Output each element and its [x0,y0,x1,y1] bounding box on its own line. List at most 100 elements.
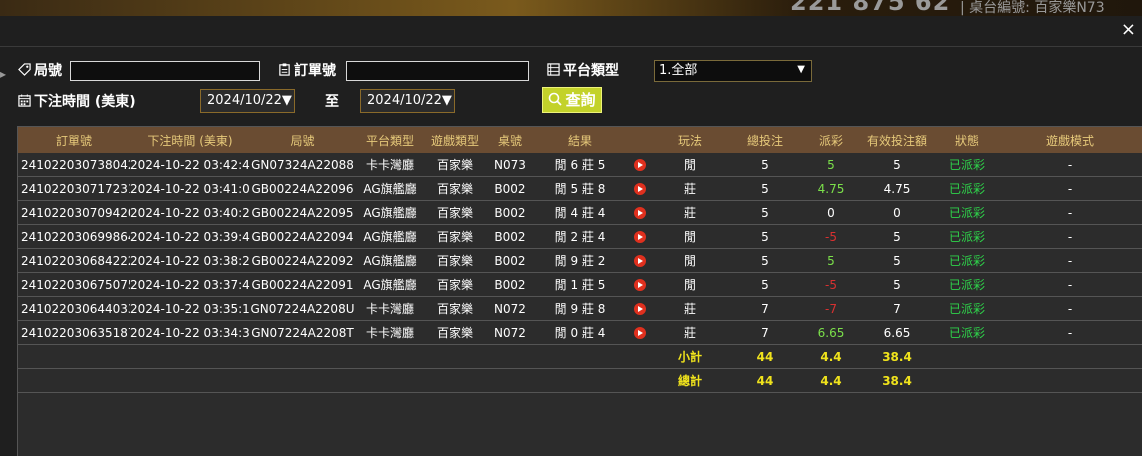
bet-type-cell: 莊 [655,320,725,345]
list-icon [547,63,560,76]
game-type-cell: 百家樂 [425,296,485,321]
total-row: 總計 44 4.4 38.4 [18,368,1142,393]
total-row-label: 總計 [655,368,725,393]
platform-select[interactable]: 1.全部 ▼ [654,60,812,82]
payout-cell: 5 [805,153,857,177]
valid-bet-cell: 5 [857,248,937,273]
column-header: 派彩 [805,127,857,153]
date-from-picker[interactable]: 2024/10/22▼ [200,89,295,113]
table-id-cell: B002 [485,248,535,273]
table-id-cell: B002 [485,272,535,297]
empty-cell [425,368,485,393]
empty-cell [535,368,625,393]
column-header: 訂單號 [18,127,130,153]
play-video-icon[interactable] [634,254,646,267]
replay-cell [625,200,655,225]
empty-cell [355,344,425,369]
column-header: 狀態 [937,127,997,153]
replay-cell [625,272,655,297]
empty-cell [625,344,655,369]
empty-cell [425,344,485,369]
table-header-row: 訂單號 下注時間 (美東) 局號 平台類型 遊戲類型 桌號 結果 玩法 總投注 派彩 有效投注額 狀態… [18,127,1142,153]
valid-bet-cell: 4.75 [857,176,937,201]
valid-bet-cell: 5 [857,272,937,297]
calendar-icon [18,94,31,107]
game-type-cell: 百家樂 [425,153,485,177]
play-video-icon[interactable] [634,278,646,291]
column-header: 桌號 [485,127,535,153]
payout-cell: 4.75 [805,176,857,201]
play-video-icon[interactable] [634,230,646,243]
round-label-group: 局號 [18,60,62,80]
platform-cell: AG旗艦廳 [355,248,425,273]
modal-divider [0,46,1142,47]
round-label: 局號 [34,63,62,79]
subtotal-row-valid: 38.4 [857,344,937,369]
replay-cell [625,176,655,201]
payout-cell: 5 [805,248,857,273]
bet-type-cell: 閒 [655,272,725,297]
subtotal-row: 小計 44 4.4 38.4 [18,344,1142,369]
bet-record-table: 訂單號 下注時間 (美東) 局號 平台類型 遊戲類型 桌號 結果 玩法 總投注 派彩 有效投注額 狀態… [18,127,1142,393]
play-video-icon[interactable] [634,302,646,315]
to-label: 至 [325,94,339,110]
game-mode-cell: - [997,320,1142,345]
game-type-cell: 百家樂 [425,320,485,345]
close-icon[interactable]: × [1121,18,1136,42]
empty-cell [997,368,1142,393]
result-cell: 閒 6 莊 5 [535,153,625,177]
round-input[interactable] [70,61,260,81]
status-badge: 已派彩 [937,320,997,345]
empty-cell [937,368,997,393]
result-cell: 閒 9 莊 8 [535,296,625,321]
status-badge: 已派彩 [937,248,997,273]
round-id-cell: GN07224A2208U [250,296,355,321]
status-badge: 已派彩 [937,200,997,225]
order-id-cell: 241022030717231 [18,176,130,201]
bet-type-cell: 閒 [655,153,725,177]
round-id-cell: GB00224A22095 [250,200,355,225]
bet-type-cell: 莊 [655,176,725,201]
play-video-icon[interactable] [634,326,646,339]
background-jackpot-text: 221 875 62 [790,0,951,16]
empty-cell [130,344,250,369]
game-mode-cell: - [997,296,1142,321]
game-type-cell: 百家樂 [425,176,485,201]
platform-label-group: 平台類型 [547,60,619,80]
game-type-cell: 百家樂 [425,224,485,249]
result-cell: 閒 0 莊 4 [535,320,625,345]
payout-cell: 0 [805,200,857,225]
empty-cell [250,344,355,369]
empty-cell [18,344,130,369]
search-icon [549,92,563,106]
query-button[interactable]: 查詢 [542,87,602,113]
table-body: 241022030738042 2024-10-22 03:42:46 GN0732… [18,153,1142,393]
empty-cell [937,344,997,369]
result-cell: 閒 9 莊 2 [535,248,625,273]
round-id-cell: GB00224A22091 [250,272,355,297]
table-id-cell: B002 [485,176,535,201]
table-row: 241022030709420 2024-10-22 03:40:27 GB0022… [18,200,1142,225]
table-row: 241022030738042 2024-10-22 03:42:46 GN0732… [18,153,1142,177]
column-header: 遊戲類型 [425,127,485,153]
status-badge: 已派彩 [937,176,997,201]
play-video-icon[interactable] [634,206,646,219]
date-to-picker[interactable]: 2024/10/22▼ [360,89,455,113]
game-mode-cell: - [997,224,1142,249]
empty-cell [485,368,535,393]
play-video-icon[interactable] [634,158,646,171]
bet-type-cell: 閒 [655,224,725,249]
order-label: 訂單號 [294,63,336,79]
result-cell: 閒 5 莊 8 [535,176,625,201]
column-header: 有效投注額 [857,127,937,153]
total-bet-cell: 7 [725,320,805,345]
valid-bet-cell: 0 [857,200,937,225]
valid-bet-cell: 5 [857,224,937,249]
play-video-icon[interactable] [634,182,646,195]
game-mode-cell: - [997,153,1142,177]
bet-time-cell: 2024-10-22 03:37:44 [130,272,250,297]
bet-time-cell: 2024-10-22 03:40:27 [130,200,250,225]
total-bet-cell: 7 [725,296,805,321]
order-input[interactable] [346,61,529,81]
order-id-cell: 241022030738042 [18,153,130,177]
